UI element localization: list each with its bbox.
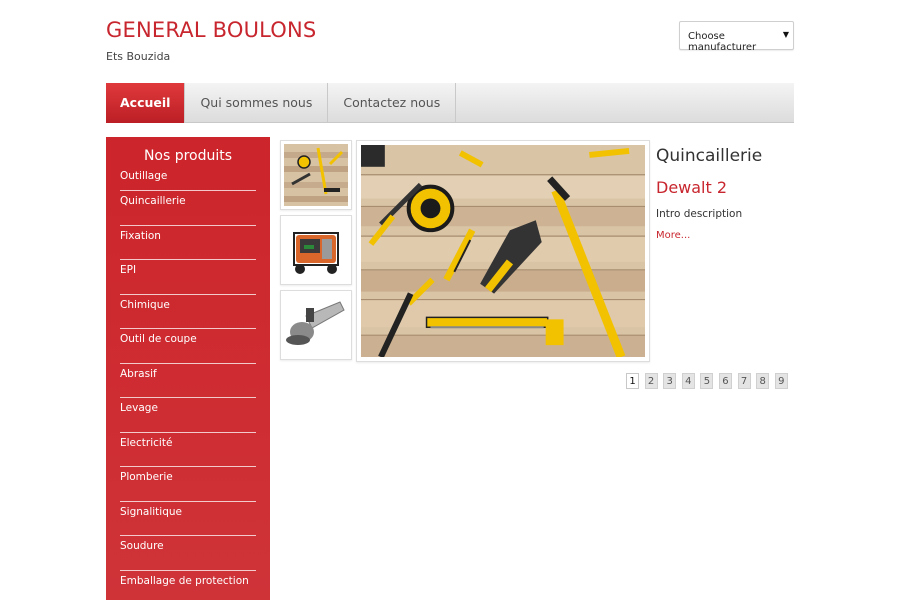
category-item-chimique[interactable]: Chimique [120, 295, 256, 329]
page-1[interactable]: 1 [626, 373, 639, 389]
page-4[interactable]: 4 [681, 373, 695, 389]
category-item-emballage[interactable]: Emballage de protection [120, 571, 256, 600]
sidebar-title: Nos produits [143, 148, 233, 164]
thumbnail-grinder[interactable] [280, 290, 352, 360]
page-8[interactable]: 8 [756, 373, 770, 389]
category-item-outillage[interactable]: Outillage [120, 167, 256, 191]
featured-product-image[interactable] [356, 140, 650, 362]
category-item-epi[interactable]: EPI [120, 260, 256, 295]
category-item-plomberie[interactable]: Plomberie [120, 467, 256, 502]
category-item-outil-de-coupe[interactable]: Outil de coupe [120, 329, 256, 364]
category-item-electricite[interactable]: Electricité [120, 433, 256, 467]
nav-item-accueil[interactable]: Accueil [106, 83, 186, 123]
tools-thumbnail-image [284, 144, 348, 206]
featured-product-name[interactable]: Dewalt 2 [656, 178, 727, 197]
manufacturer-select-value: Choose manufacturer [688, 31, 757, 53]
page-7[interactable]: 7 [737, 373, 751, 389]
site-title[interactable]: GENERAL BOULONS [106, 18, 316, 42]
category-list: Outillage Quincaillerie Fixation EPI Chi… [106, 167, 270, 600]
category-item-abrasif[interactable]: Abrasif [120, 364, 256, 398]
featured-category: Quincaillerie [656, 146, 763, 166]
thumbnail-generator[interactable] [280, 215, 352, 285]
category-item-levage[interactable]: Levage [120, 398, 256, 433]
category-item-soudure[interactable]: Soudure [120, 536, 256, 571]
site-subtitle: Ets Bouzida [106, 50, 171, 63]
category-item-signalitique[interactable]: Signalitique [120, 502, 256, 536]
manufacturer-select[interactable]: Choose manufacturer ▼ [679, 21, 794, 53]
featured-more-link[interactable]: More... [656, 230, 690, 241]
dropdown-arrow-icon: ▼ [782, 30, 789, 39]
generator-thumbnail-image [284, 219, 348, 281]
product-sidebar: Nos produits Outillage Quincaillerie Fix… [106, 137, 270, 600]
page-5[interactable]: 5 [700, 373, 714, 389]
slideshow-pager: 1 2 3 4 5 6 7 8 9 [626, 373, 793, 389]
category-item-quincaillerie[interactable]: Quincaillerie [120, 191, 256, 226]
grinder-thumbnail-image [284, 294, 348, 356]
main-nav: Accueil Qui sommes nous Contactez nous [106, 83, 794, 123]
page-9[interactable]: 9 [774, 373, 788, 389]
featured-intro: Intro description [656, 208, 743, 220]
page-2[interactable]: 2 [644, 373, 658, 389]
tools-on-wood-image [361, 145, 645, 357]
category-item-fixation[interactable]: Fixation [120, 226, 256, 260]
nav-item-contactez-nous[interactable]: Contactez nous [328, 83, 457, 123]
page-6[interactable]: 6 [718, 373, 732, 389]
page-3[interactable]: 3 [663, 373, 677, 389]
product-thumbnails [280, 140, 352, 365]
thumbnail-tools[interactable] [280, 140, 352, 210]
nav-item-qui-sommes-nous[interactable]: Qui sommes nous [185, 83, 329, 123]
